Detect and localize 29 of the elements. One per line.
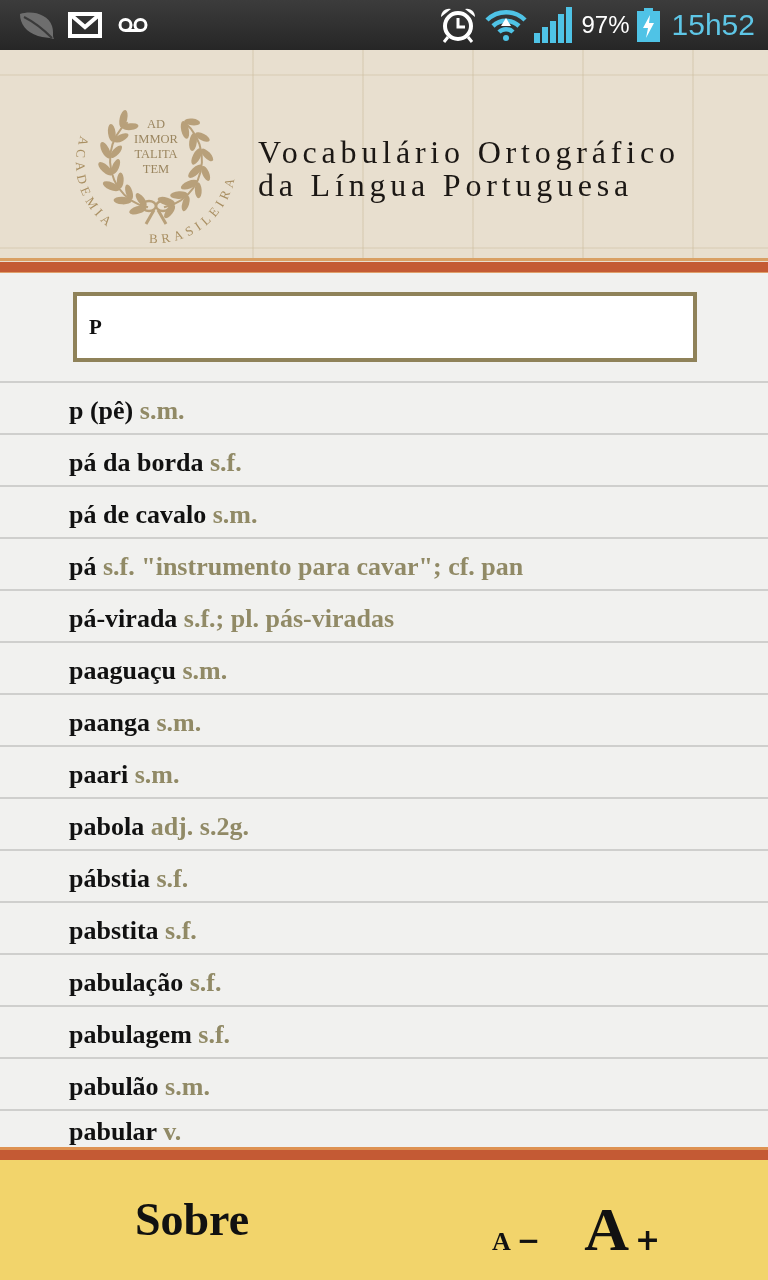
app-title: Vocabulário Ortográfico da Língua Portuguesa [258,136,680,202]
wifi-icon [484,9,527,41]
entry-row[interactable]: pabstita s.f. [0,901,768,953]
entry-row[interactable]: pabulão s.m. [0,1057,768,1109]
battery-percent: 97% [581,13,630,37]
leaf-icon [18,10,56,40]
entry-row[interactable]: pabola adj. s.2g. [0,797,768,849]
entry-row[interactable]: pá-virada s.f.; pl. pás-viradas [0,589,768,641]
entry-row[interactable]: pabulagem s.f. [0,1005,768,1057]
entry-row[interactable]: paanga s.m. [0,693,768,745]
about-button[interactable]: Sobre [130,1197,254,1243]
entry-row[interactable]: paari s.m. [0,745,768,797]
emblem-motto: AD IMMOR TALITA TEM [134,117,178,176]
decrease-font-button[interactable]: A − [487,1227,545,1255]
clock-time: 15h52 [671,10,755,40]
alarm-clock-icon [438,7,477,43]
entry-row[interactable]: pá da borda s.f. [0,433,768,485]
entry-row[interactable]: pábstia s.f. [0,849,768,901]
entry-row[interactable]: pabulação s.f. [0,953,768,1005]
search-field[interactable]: P [73,292,697,362]
entry-row[interactable]: paaguaçu s.m. [0,641,768,693]
mail-icon [68,12,102,38]
increase-font-button[interactable]: A+ [580,1198,665,1260]
entry-row[interactable]: pá s.f. "instrumento para cavar"; cf. pan [0,537,768,589]
entry-row[interactable]: pá de cavalo s.m. [0,485,768,537]
voicemail-icon [118,17,148,33]
battery-icon [636,8,660,42]
entry-row[interactable]: p (pê) s.m. [0,381,768,433]
signal-icon [533,7,573,43]
